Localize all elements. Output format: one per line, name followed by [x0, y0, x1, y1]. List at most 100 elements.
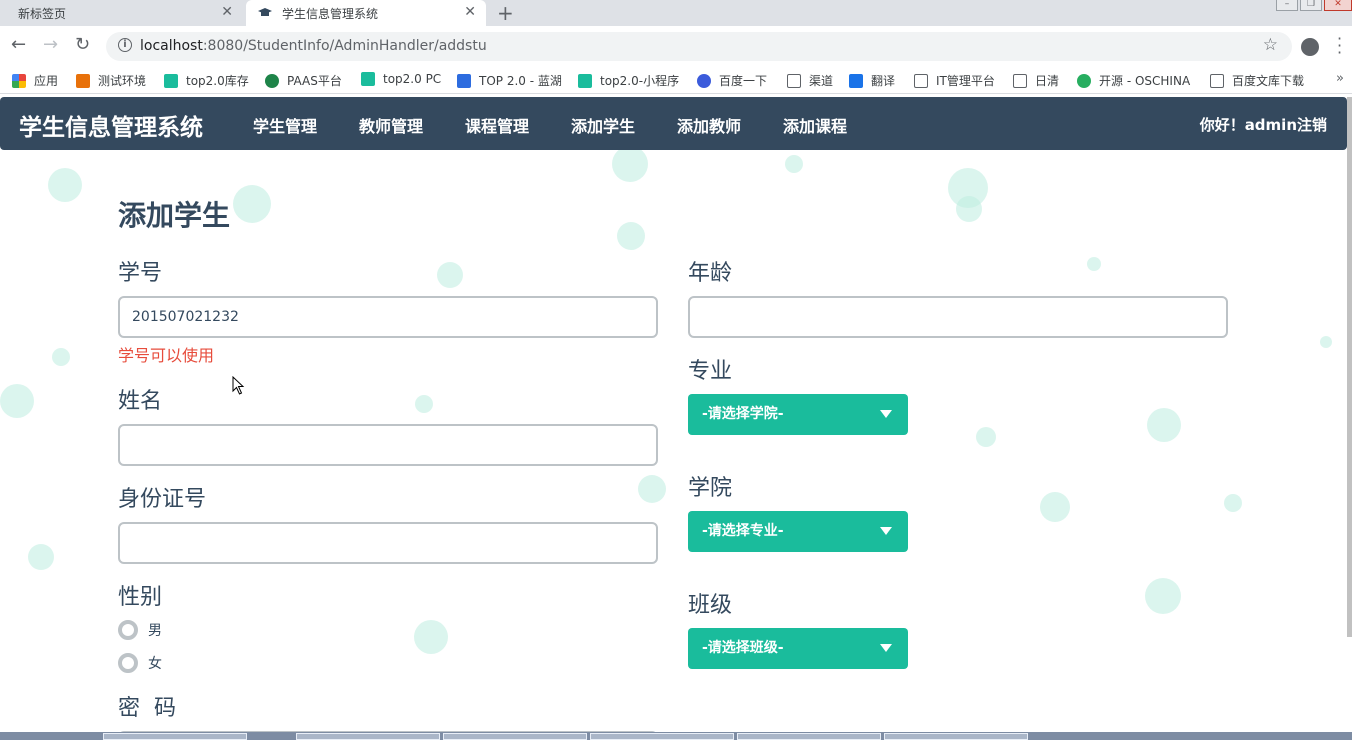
reload-icon[interactable]: ↻	[75, 34, 90, 55]
name-input[interactable]	[118, 424, 658, 466]
major-select[interactable]: -请选择学院-	[688, 394, 908, 435]
bookmark-item[interactable]: 翻译	[849, 72, 895, 89]
mouse-cursor-icon	[232, 376, 245, 395]
nav-add-course[interactable]: 添加课程	[783, 113, 847, 137]
bg-bubble	[415, 395, 433, 413]
os-taskbar	[0, 732, 1352, 740]
graduation-cap-icon	[258, 6, 272, 20]
bookmark-item[interactable]: top2.0库存	[164, 72, 249, 89]
select-value: -请选择专业-	[702, 523, 784, 539]
bookmarks-overflow-icon[interactable]: »	[1336, 71, 1344, 86]
page-icon	[1013, 73, 1027, 88]
page-scrollbar[interactable]	[1347, 97, 1352, 637]
nav-add-student[interactable]: 添加学生	[571, 113, 635, 137]
radio-label: 男	[148, 623, 162, 639]
id-card-input[interactable]	[118, 522, 658, 564]
college-label: 学院	[688, 476, 733, 501]
new-tab-plus-icon[interactable]: +	[497, 1, 514, 25]
bookmark-item[interactable]: 渠道	[787, 72, 833, 89]
bookmark-star-icon[interactable]: ☆	[1263, 35, 1278, 55]
tab-student-system[interactable]: 学生信息管理系统 ✕	[246, 0, 486, 26]
gender-radio-male[interactable]: 男	[118, 620, 162, 640]
bg-bubble	[28, 544, 54, 570]
restore-icon[interactable]: ❐	[1300, 0, 1322, 11]
apps-grid-icon	[12, 73, 26, 88]
taskbar-item[interactable]	[296, 733, 440, 740]
college-select[interactable]: -请选择专业-	[688, 511, 908, 552]
window-close-icon[interactable]: ✕	[1324, 0, 1352, 11]
app-brand[interactable]: 学生信息管理系统	[19, 108, 203, 142]
bg-bubble	[638, 475, 666, 503]
radio-circle[interactable]	[118, 653, 138, 673]
bookmark-item[interactable]: top2.0 PC	[361, 72, 441, 86]
url-path: :8080/StudentInfo/AdminHandler/addstu	[202, 38, 487, 54]
caret-down-icon	[880, 644, 892, 652]
bg-bubble	[437, 262, 463, 288]
address-bar[interactable]: i localhost:8080/StudentInfo/AdminHandle…	[106, 32, 1292, 61]
close-tab-icon[interactable]: ✕	[221, 4, 233, 20]
bg-bubble	[52, 348, 70, 366]
tab-new-tab[interactable]: 新标签页 ✕	[0, 0, 243, 26]
site-info-icon[interactable]: i	[118, 38, 132, 52]
bookmark-item[interactable]: PAAS平台	[265, 72, 342, 89]
radio-circle[interactable]	[118, 620, 138, 640]
gender-radio-female[interactable]: 女	[118, 653, 162, 673]
bookmark-favicon-icon	[265, 73, 279, 88]
bg-bubble	[612, 150, 648, 182]
student-id-label: 学号	[118, 261, 163, 286]
nav-teacher-management[interactable]: 教师管理	[359, 113, 423, 137]
back-arrow-icon[interactable]: ←	[11, 34, 26, 55]
page-content: 添加学生 学号 学号可以使用 姓名 身份证号 性别 男 女 密 码 年龄 专业 …	[0, 150, 1347, 740]
bookmark-favicon-icon	[849, 73, 863, 88]
bookmark-item[interactable]: 测试环境	[76, 72, 146, 89]
forward-arrow-icon[interactable]: →	[43, 34, 58, 55]
taskbar-item[interactable]	[590, 733, 734, 740]
bg-bubble	[617, 222, 645, 250]
bg-bubble	[956, 196, 982, 222]
bookmark-item[interactable]: top2.0-小程序	[578, 72, 679, 89]
caret-down-icon	[880, 410, 892, 418]
close-tab-icon[interactable]: ✕	[464, 4, 476, 20]
bookmark-item[interactable]: 日清	[1013, 72, 1059, 89]
bookmark-favicon-icon	[457, 73, 471, 88]
profile-avatar-icon[interactable]	[1301, 38, 1319, 56]
class-select[interactable]: -请选择班级-	[688, 628, 908, 669]
age-input[interactable]	[688, 296, 1228, 338]
browser-toolbar: ← → ↻ i localhost:8080/StudentInfo/Admin…	[0, 26, 1352, 66]
bookmark-item[interactable]: 开源 - OSCHINA	[1077, 72, 1190, 89]
id-card-label: 身份证号	[118, 487, 207, 512]
bookmark-favicon-icon	[1077, 73, 1091, 88]
bg-bubble	[1320, 336, 1332, 348]
bookmark-favicon-icon	[76, 73, 90, 88]
bookmark-item[interactable]: 百度一下	[697, 72, 767, 89]
student-id-validation-message: 学号可以使用	[118, 346, 215, 365]
minimize-icon[interactable]: –	[1276, 0, 1298, 11]
bookmark-favicon-icon	[361, 72, 375, 86]
bg-bubble	[48, 168, 82, 202]
student-id-input[interactable]	[118, 296, 658, 338]
taskbar-item[interactable]	[884, 733, 1028, 740]
nav-add-teacher[interactable]: 添加教师	[677, 113, 741, 137]
user-greeting-logout[interactable]: 你好！admin注销	[1200, 114, 1327, 135]
page-icon	[1210, 73, 1224, 88]
taskbar-item[interactable]	[103, 733, 247, 740]
bookmark-favicon-icon	[697, 73, 711, 88]
tab-title: 新标签页	[18, 6, 67, 21]
bookmark-item[interactable]: IT管理平台	[914, 72, 995, 89]
bookmark-item[interactable]: TOP 2.0 - 蓝湖	[457, 72, 562, 89]
app-navbar: 学生信息管理系统 学生管理 教师管理 课程管理 添加学生 添加教师 添加课程 你…	[0, 97, 1347, 150]
name-label: 姓名	[118, 389, 163, 414]
select-value: -请选择学院-	[702, 406, 784, 422]
bookmark-item[interactable]: 百度文库下载	[1210, 72, 1304, 89]
taskbar-item[interactable]	[443, 733, 587, 740]
radio-label: 女	[148, 656, 162, 672]
bg-bubble	[976, 427, 996, 447]
gender-label: 性别	[118, 585, 163, 610]
nav-student-management[interactable]: 学生管理	[253, 113, 317, 137]
more-menu-icon[interactable]: · · ·	[1337, 31, 1342, 61]
url-text[interactable]: localhost:8080/StudentInfo/AdminHandler/…	[140, 38, 487, 54]
nav-course-management[interactable]: 课程管理	[465, 113, 529, 137]
taskbar-item[interactable]	[737, 733, 881, 740]
bg-bubble	[0, 384, 34, 418]
bookmark-item[interactable]: 应用	[12, 72, 58, 89]
